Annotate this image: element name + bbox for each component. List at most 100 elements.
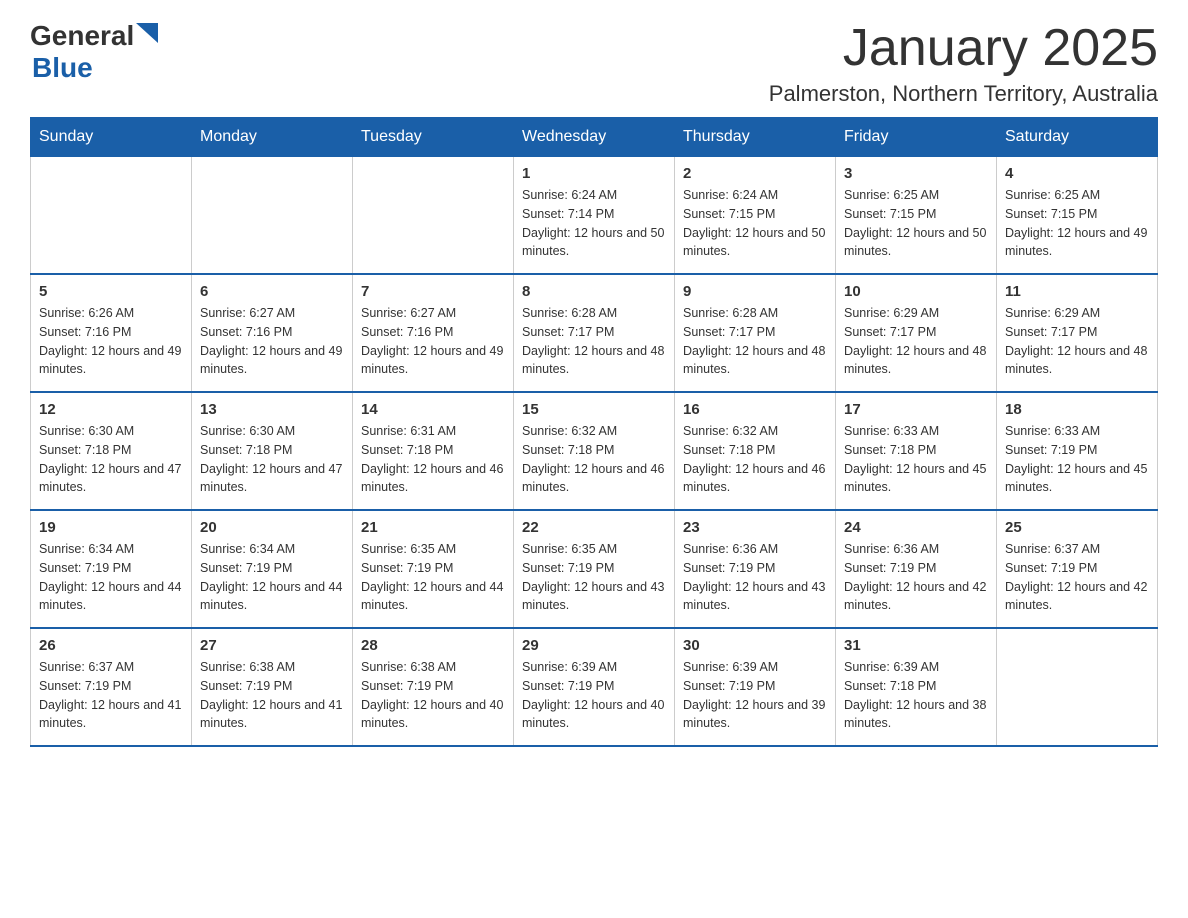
logo-triangle-icon [136,23,158,43]
day-number: 16 [683,401,827,418]
title-section: January 2025 Palmerston, Northern Territ… [769,20,1158,107]
day-info: Sunrise: 6:28 AMSunset: 7:17 PMDaylight:… [522,304,666,379]
calendar-table: SundayMondayTuesdayWednesdayThursdayFrid… [30,117,1158,747]
day-info: Sunrise: 6:39 AMSunset: 7:18 PMDaylight:… [844,658,988,733]
calendar-week-3: 12 Sunrise: 6:30 AMSunset: 7:18 PMDayligh… [31,392,1158,510]
day-number: 5 [39,283,183,300]
location-title: Palmerston, Northern Territory, Australi… [769,81,1158,107]
logo-general-text: General [30,20,134,52]
day-info: Sunrise: 6:38 AMSunset: 7:19 PMDaylight:… [361,658,505,733]
day-number: 6 [200,283,344,300]
day-info: Sunrise: 6:36 AMSunset: 7:19 PMDaylight:… [844,540,988,615]
day-info: Sunrise: 6:35 AMSunset: 7:19 PMDaylight:… [361,540,505,615]
calendar-cell: 28 Sunrise: 6:38 AMSunset: 7:19 PMDayligh… [353,628,514,746]
day-info: Sunrise: 6:38 AMSunset: 7:19 PMDaylight:… [200,658,344,733]
day-info: Sunrise: 6:37 AMSunset: 7:19 PMDaylight:… [39,658,183,733]
weekday-header-tuesday: Tuesday [353,118,514,157]
weekday-header-sunday: Sunday [31,118,192,157]
day-number: 14 [361,401,505,418]
calendar-cell: 1 Sunrise: 6:24 AMSunset: 7:14 PMDaylight… [514,157,675,275]
day-info: Sunrise: 6:27 AMSunset: 7:16 PMDaylight:… [200,304,344,379]
day-number: 18 [1005,401,1149,418]
calendar-cell: 23 Sunrise: 6:36 AMSunset: 7:19 PMDayligh… [675,510,836,628]
calendar-cell: 5Sunrise: 6:26 AMSunset: 7:16 PMDaylight… [31,274,192,392]
day-info: Sunrise: 6:29 AMSunset: 7:17 PMDaylight:… [1005,304,1149,379]
calendar-cell [31,157,192,275]
calendar-cell: 4Sunrise: 6:25 AMSunset: 7:15 PMDaylight… [997,157,1158,275]
calendar-cell: 21 Sunrise: 6:35 AMSunset: 7:19 PMDayligh… [353,510,514,628]
calendar-cell: 20 Sunrise: 6:34 AMSunset: 7:19 PMDayligh… [192,510,353,628]
calendar-cell: 22 Sunrise: 6:35 AMSunset: 7:19 PMDayligh… [514,510,675,628]
calendar-week-4: 19 Sunrise: 6:34 AMSunset: 7:19 PMDayligh… [31,510,1158,628]
day-info: Sunrise: 6:37 AMSunset: 7:19 PMDaylight:… [1005,540,1149,615]
weekday-header-row: SundayMondayTuesdayWednesdayThursdayFrid… [31,118,1158,157]
calendar-cell: 18 Sunrise: 6:33 AMSunset: 7:19 PMDayligh… [997,392,1158,510]
logo: General Blue [30,20,158,84]
day-info: Sunrise: 6:27 AMSunset: 7:16 PMDaylight:… [361,304,505,379]
day-info: Sunrise: 6:32 AMSunset: 7:18 PMDaylight:… [522,422,666,497]
day-info: Sunrise: 6:34 AMSunset: 7:19 PMDaylight:… [200,540,344,615]
calendar-cell: 30Sunrise: 6:39 AMSunset: 7:19 PMDayligh… [675,628,836,746]
day-info: Sunrise: 6:28 AMSunset: 7:17 PMDaylight:… [683,304,827,379]
day-info: Sunrise: 6:32 AMSunset: 7:18 PMDaylight:… [683,422,827,497]
day-number: 20 [200,519,344,536]
calendar-cell: 17Sunrise: 6:33 AMSunset: 7:18 PMDayligh… [836,392,997,510]
calendar-week-1: 1 Sunrise: 6:24 AMSunset: 7:14 PMDaylight… [31,157,1158,275]
day-number: 4 [1005,165,1149,182]
calendar-week-5: 26 Sunrise: 6:37 AMSunset: 7:19 PMDayligh… [31,628,1158,746]
day-info: Sunrise: 6:36 AMSunset: 7:19 PMDaylight:… [683,540,827,615]
day-number: 3 [844,165,988,182]
day-number: 12 [39,401,183,418]
day-number: 24 [844,519,988,536]
day-info: Sunrise: 6:35 AMSunset: 7:19 PMDaylight:… [522,540,666,615]
calendar-cell: 3 Sunrise: 6:25 AMSunset: 7:15 PMDaylight… [836,157,997,275]
day-number: 22 [522,519,666,536]
day-number: 7 [361,283,505,300]
day-number: 13 [200,401,344,418]
calendar-cell: 12 Sunrise: 6:30 AMSunset: 7:18 PMDayligh… [31,392,192,510]
day-number: 27 [200,637,344,654]
calendar-cell: 29 Sunrise: 6:39 AMSunset: 7:19 PMDayligh… [514,628,675,746]
day-info: Sunrise: 6:39 AMSunset: 7:19 PMDaylight:… [522,658,666,733]
day-number: 8 [522,283,666,300]
day-number: 29 [522,637,666,654]
day-number: 10 [844,283,988,300]
day-number: 31 [844,637,988,654]
calendar-cell [997,628,1158,746]
page-header: General Blue January 2025 Palmerston, No… [30,20,1158,107]
calendar-cell: 14 Sunrise: 6:31 AMSunset: 7:18 PMDayligh… [353,392,514,510]
month-title: January 2025 [769,20,1158,77]
day-info: Sunrise: 6:25 AMSunset: 7:15 PMDaylight:… [844,186,988,261]
calendar-cell: 7 Sunrise: 6:27 AMSunset: 7:16 PMDaylight… [353,274,514,392]
day-number: 19 [39,519,183,536]
weekday-header-thursday: Thursday [675,118,836,157]
calendar-cell: 13 Sunrise: 6:30 AMSunset: 7:18 PMDayligh… [192,392,353,510]
day-number: 23 [683,519,827,536]
calendar-cell: 9 Sunrise: 6:28 AMSunset: 7:17 PMDaylight… [675,274,836,392]
calendar-cell [353,157,514,275]
weekday-header-friday: Friday [836,118,997,157]
weekday-header-wednesday: Wednesday [514,118,675,157]
day-info: Sunrise: 6:33 AMSunset: 7:19 PMDaylight:… [1005,422,1149,497]
day-info: Sunrise: 6:29 AMSunset: 7:17 PMDaylight:… [844,304,988,379]
day-number: 21 [361,519,505,536]
day-info: Sunrise: 6:30 AMSunset: 7:18 PMDaylight:… [39,422,183,497]
day-info: Sunrise: 6:34 AMSunset: 7:19 PMDaylight:… [39,540,183,615]
day-info: Sunrise: 6:31 AMSunset: 7:18 PMDaylight:… [361,422,505,497]
calendar-cell: 11 Sunrise: 6:29 AMSunset: 7:17 PMDayligh… [997,274,1158,392]
calendar-cell: 8 Sunrise: 6:28 AMSunset: 7:17 PMDaylight… [514,274,675,392]
day-number: 26 [39,637,183,654]
day-number: 15 [522,401,666,418]
day-info: Sunrise: 6:30 AMSunset: 7:18 PMDaylight:… [200,422,344,497]
calendar-cell: 19 Sunrise: 6:34 AMSunset: 7:19 PMDayligh… [31,510,192,628]
day-info: Sunrise: 6:24 AMSunset: 7:14 PMDaylight:… [522,186,666,261]
day-info: Sunrise: 6:33 AMSunset: 7:18 PMDaylight:… [844,422,988,497]
weekday-header-saturday: Saturday [997,118,1158,157]
day-number: 28 [361,637,505,654]
logo-blue-text: Blue [32,52,93,83]
day-number: 11 [1005,283,1149,300]
day-number: 9 [683,283,827,300]
day-number: 1 [522,165,666,182]
calendar-cell: 27 Sunrise: 6:38 AMSunset: 7:19 PMDayligh… [192,628,353,746]
calendar-cell: 10 Sunrise: 6:29 AMSunset: 7:17 PMDayligh… [836,274,997,392]
